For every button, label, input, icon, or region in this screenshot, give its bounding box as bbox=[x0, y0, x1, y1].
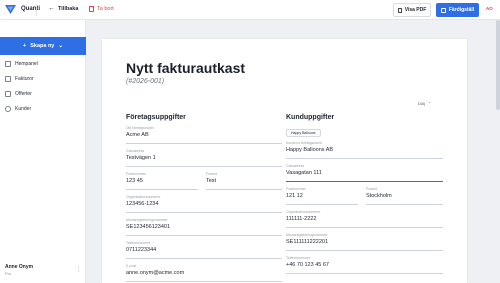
home-icon bbox=[5, 60, 11, 67]
sidebar-item-customers[interactable]: Kunder bbox=[0, 101, 86, 116]
field-value: SE123456123401 bbox=[126, 224, 171, 230]
company-phone-field[interactable]: Telefonnummer 0711223344 bbox=[126, 241, 282, 259]
field-value: Vasagatan 111 bbox=[286, 170, 322, 176]
finish-label: Färdigställ bbox=[448, 7, 475, 13]
sidebar-item-home[interactable]: Hempanel bbox=[0, 56, 86, 71]
field-value: anne.onym@acme.com bbox=[126, 270, 185, 276]
delete-label: Ta bort bbox=[97, 6, 114, 12]
chevron-up-icon: ⌃ bbox=[427, 101, 432, 106]
sidebar-item-label: Fakturor bbox=[15, 75, 34, 82]
page-title: Nytt fakturautkast bbox=[126, 60, 246, 76]
field-value: SE111111222201 bbox=[286, 239, 329, 245]
field-value: 111111-2222 bbox=[286, 216, 317, 222]
customer-phone-field[interactable]: Telefonnummer +46 70 123 45 67 bbox=[286, 256, 443, 274]
view-pdf-button[interactable]: Visa PDF bbox=[393, 3, 431, 17]
customer-org-number-field[interactable]: Organisationsnummer 111111-2222 bbox=[286, 210, 443, 228]
sidebar-item-label: Kunder bbox=[15, 105, 32, 112]
chevron-down-icon: ⌄ bbox=[58, 43, 63, 49]
customer-section-title: Kunduppgifter bbox=[286, 114, 335, 121]
company-name-field[interactable]: Ditt företagsnamn Acme AB bbox=[126, 126, 282, 144]
divider bbox=[36, 4, 37, 16]
customer-city-field[interactable]: Postort Stockholm bbox=[366, 187, 443, 205]
back-label: Tillbaka bbox=[58, 6, 79, 12]
finish-button[interactable]: Färdigställ bbox=[436, 3, 479, 17]
company-vat-number-field[interactable]: Momsregistreringsnummer SE123456123401 bbox=[126, 218, 282, 236]
user-name: Anne Onym bbox=[5, 264, 34, 270]
invoice-document: Nytt fakturautkast (#2026-001) Dölj ⌃ Fö… bbox=[102, 39, 467, 283]
create-new-button[interactable]: + Skapa ny ⌄ bbox=[0, 37, 86, 55]
customer-name-field[interactable]: Kundens företagsnamn Happy Balloons AB bbox=[286, 141, 443, 159]
sidebar: + Skapa ny ⌄ Hempanel Fakturor Offerter … bbox=[0, 20, 86, 283]
more-options-icon[interactable]: ⋮ bbox=[76, 267, 81, 273]
sidebar-item-label: Hempanel bbox=[15, 60, 38, 67]
company-email-field[interactable]: E-post anne.onym@acme.com bbox=[126, 264, 282, 282]
scrollbar[interactable] bbox=[496, 20, 500, 110]
save-icon bbox=[440, 7, 446, 13]
field-value: Happy Balloons AB bbox=[286, 147, 334, 153]
customer-chip[interactable]: Happy Balloons bbox=[286, 129, 321, 137]
document-icon bbox=[397, 7, 402, 13]
field-value: Test bbox=[206, 178, 217, 184]
field-value: Stockholm bbox=[366, 193, 392, 199]
arrow-left-icon: ← bbox=[48, 5, 55, 12]
plus-icon: + bbox=[23, 43, 27, 49]
customer-zip-field[interactable]: Postnummer 121 12 bbox=[286, 187, 358, 205]
customer-address-field[interactable]: Gatuadress Vasagatan 111 bbox=[286, 164, 443, 182]
field-value: Acme AB bbox=[126, 132, 149, 138]
company-city-field[interactable]: Postort Test bbox=[206, 172, 282, 190]
sidebar-item-invoices[interactable]: Fakturor bbox=[0, 71, 86, 86]
customers-icon bbox=[5, 105, 11, 112]
collapse-label: Dölj bbox=[418, 101, 425, 106]
sidebar-nav: Hempanel Fakturor Offerter Kunder bbox=[0, 56, 86, 116]
field-value: 123 45 bbox=[126, 178, 143, 184]
quanti-logo-icon bbox=[5, 5, 16, 14]
field-value: 0711223344 bbox=[126, 247, 157, 253]
app-brand: Quanti bbox=[21, 6, 40, 12]
create-label: Skapa ny bbox=[30, 43, 55, 49]
quote-icon bbox=[5, 90, 11, 97]
company-section-title: Företagsuppgifter bbox=[126, 114, 186, 121]
sidebar-item-label: Offerter bbox=[15, 90, 32, 97]
user-plan: Pro bbox=[5, 271, 12, 276]
field-value: +46 70 123 45 67 bbox=[286, 262, 329, 268]
back-button[interactable]: ← Tillbaka bbox=[48, 5, 79, 12]
field-value: 121 12 bbox=[286, 193, 303, 199]
field-value: Testvägen 1 bbox=[126, 155, 156, 161]
company-address-field[interactable]: Gatuadress Testvägen 1 bbox=[126, 149, 282, 167]
sidebar-item-quotes[interactable]: Offerter bbox=[0, 86, 86, 101]
user-avatar[interactable]: AO bbox=[486, 6, 493, 11]
invoice-number: (#2026-001) bbox=[126, 78, 165, 85]
delete-button[interactable]: Ta bort bbox=[89, 6, 114, 12]
user-profile[interactable]: Anne Onym Pro bbox=[5, 264, 33, 276]
company-org-number-field[interactable]: Organisationsnummer 123456-1234 bbox=[126, 195, 282, 213]
field-value: 123456-1234 bbox=[126, 201, 159, 207]
invoice-icon bbox=[5, 75, 11, 82]
view-pdf-label: Visa PDF bbox=[404, 7, 427, 13]
top-bar: Quanti ← Tillbaka Ta bort Visa PDF Färdi… bbox=[0, 0, 500, 20]
trash-icon bbox=[89, 6, 94, 12]
customer-vat-number-field[interactable]: Momsregistreringsnummer SE111111222201 bbox=[286, 233, 443, 251]
company-zip-field[interactable]: Postnummer 123 45 bbox=[126, 172, 198, 190]
collapse-button[interactable]: Dölj ⌃ bbox=[418, 101, 431, 106]
